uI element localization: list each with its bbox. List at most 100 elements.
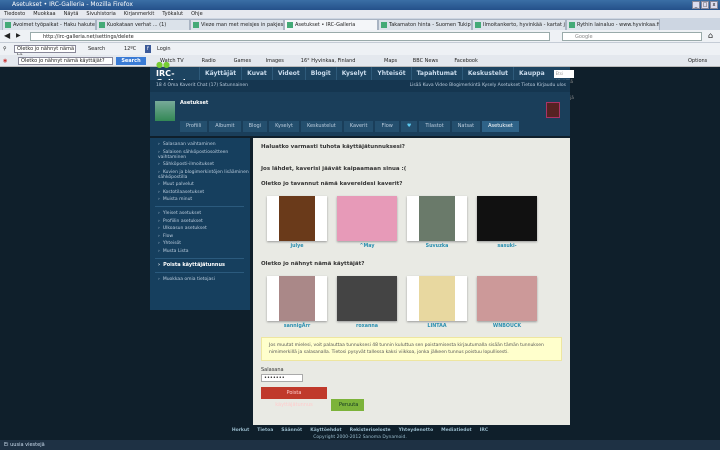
menu-item[interactable]: Sivuhistoria: [86, 10, 115, 18]
close-button[interactable]: x: [710, 1, 718, 9]
footer-link[interactable]: Mediatiedot: [441, 428, 472, 433]
user-card[interactable]: ^May: [337, 196, 397, 249]
user-photo[interactable]: [407, 276, 467, 321]
user-card[interactable]: sannigÄrr: [267, 276, 327, 329]
menu-item[interactable]: Työkalut: [162, 10, 183, 18]
footer-link[interactable]: Säännöt: [281, 428, 302, 433]
user-card[interactable]: WNBOUCK: [477, 276, 537, 329]
menu-item[interactable]: Tiedosto: [4, 10, 25, 18]
facebook-icon[interactable]: f: [145, 45, 151, 53]
toolbar-item[interactable]: BBC News: [413, 55, 438, 67]
forward-icon[interactable]: ▶: [16, 32, 21, 39]
url-bar[interactable]: http://irc-galleria.net/settings/delete: [30, 32, 550, 41]
toolbar-search-input[interactable]: Oletko jo nähnyt nämä kä: [14, 45, 76, 59]
user-card[interactable]: Suvuzka: [407, 196, 467, 249]
user-card[interactable]: roxanna: [337, 276, 397, 329]
user-name[interactable]: WNBOUCK: [477, 324, 537, 329]
user-card[interactable]: julye: [267, 196, 327, 249]
nav-item[interactable]: Käyttäjät: [198, 67, 241, 80]
sidebar-link[interactable]: Salaisen sähköpostiosoitteen vaihtaminen: [158, 150, 250, 160]
sidebar-link[interactable]: Muista minut: [158, 197, 250, 202]
sidebar-link[interactable]: Musta Lista: [158, 249, 250, 254]
footer-link[interactable]: Käyttöehdot: [310, 428, 341, 433]
toolbar-item[interactable]: 16° Hyvinkaa, Finland: [301, 55, 356, 67]
nav-item[interactable]: Tapahtumat: [410, 67, 462, 80]
browser-tab[interactable]: Rythin lainaluo - www.hyvinkaa.fi: [566, 19, 660, 30]
user-photo[interactable]: [337, 196, 397, 241]
user-photo[interactable]: [477, 276, 537, 321]
toolbar2-search-input[interactable]: Oletko jo nähnyt nämä käyttäjät?: [18, 57, 113, 65]
sidebar-link[interactable]: Sähköposti-ilmoitukset: [158, 162, 250, 167]
toolbar2-search-button[interactable]: Search: [116, 57, 146, 65]
user-photo[interactable]: [477, 196, 537, 241]
heart-tab-icon[interactable]: ♥: [400, 121, 418, 132]
sidebar-link[interactable]: Salasanan vaihtaminen: [158, 142, 250, 147]
addon-icon[interactable]: ◉: [3, 55, 7, 67]
delete-account-button[interactable]: Poista käyttäjätunnus: [261, 387, 327, 408]
user-name[interactable]: sasuki-: [477, 244, 537, 249]
options-button[interactable]: Options: [688, 55, 707, 67]
sidebar-link-active[interactable]: Poista käyttäjätunnus: [158, 262, 250, 268]
toolbar-item[interactable]: Images: [266, 55, 284, 67]
menu-item[interactable]: Kirjanmerkit: [124, 10, 155, 18]
nav-item[interactable]: Videot: [271, 67, 305, 80]
profile-tab[interactable]: Albumit: [209, 121, 241, 132]
toolbar-search-button[interactable]: Search: [88, 43, 105, 55]
sidebar-link[interactable]: Muut palvelut: [158, 182, 250, 187]
profile-tab[interactable]: Profiili: [180, 121, 208, 132]
sidebar-link[interactable]: Yleiset asetukset: [158, 211, 250, 216]
user-thumbnail[interactable]: [546, 102, 560, 118]
user-name[interactable]: julye: [267, 244, 327, 249]
nav-item[interactable]: Kauppa: [513, 67, 550, 80]
nav-item[interactable]: Keskustelut: [461, 67, 513, 80]
nav-item[interactable]: Blogit: [304, 67, 336, 80]
menu-item[interactable]: Näytä: [64, 10, 79, 18]
user-card[interactable]: LINTAA: [407, 276, 467, 329]
sidebar-link[interactable]: Muokkaa omia tietojasi: [158, 277, 250, 282]
profile-tab[interactable]: Keskustelut: [300, 121, 342, 132]
user-bar-right[interactable]: Lisää Kuva Video Blogimerkintä Kysely As…: [410, 80, 566, 92]
toolbar-item[interactable]: Facebook: [454, 55, 478, 67]
footer-link[interactable]: Horkut: [232, 428, 249, 433]
login-link[interactable]: Login: [157, 43, 171, 55]
menu-item[interactable]: Muokkaa: [33, 10, 55, 18]
menu-item[interactable]: Ohje: [191, 10, 203, 18]
user-photo[interactable]: [267, 196, 327, 241]
sidebar-link[interactable]: Profiilin asetukset: [158, 219, 250, 224]
weather[interactable]: 12ºC: [124, 43, 136, 55]
profile-tab[interactable]: Natsat: [451, 121, 481, 132]
site-search-input[interactable]: Etsi käyttäjiä ja yhteisöjä: [553, 69, 574, 100]
browser-tab[interactable]: Vieze man met meisjes in pakjes | Pla...: [190, 19, 284, 30]
sidebar-link[interactable]: Kuvien ja blogimerkintöjen lisääminen sä…: [158, 170, 250, 180]
back-icon[interactable]: ◀: [4, 31, 10, 40]
profile-tab[interactable]: Flow: [375, 121, 399, 132]
sidebar-link[interactable]: Yhteisöt: [158, 241, 250, 246]
cancel-button[interactable]: Peruuta: [331, 399, 364, 411]
user-photo[interactable]: [337, 276, 397, 321]
password-input[interactable]: •••••••: [261, 374, 303, 382]
profile-tab[interactable]: Kyselyt: [269, 121, 299, 132]
nav-item[interactable]: Kuvat: [241, 67, 272, 80]
sidebar-link[interactable]: Ulkoasun asetukset: [158, 226, 250, 231]
footer-link[interactable]: Yhteydenotto: [399, 428, 434, 433]
user-name[interactable]: Suvuzka: [407, 244, 467, 249]
profile-tab[interactable]: Asetukset: [482, 121, 519, 132]
home-icon[interactable]: ⌂: [708, 31, 713, 40]
browser-tab[interactable]: Kuokataan verhat ... (1): [96, 19, 190, 30]
user-photo[interactable]: [407, 196, 467, 241]
user-name[interactable]: sannigÄrr: [267, 324, 327, 329]
browser-tab[interactable]: Ilmoitankerto, hyvinkää - kartat ja rei.…: [472, 19, 566, 30]
user-bar-left[interactable]: 18 4 Oma Kaverit Chat (17) Satunnainen: [156, 80, 248, 92]
user-photo[interactable]: [267, 276, 327, 321]
user-card[interactable]: sasuki-: [477, 196, 537, 249]
footer-link[interactable]: Rekisteriseloste: [350, 428, 391, 433]
sidebar-link[interactable]: Flow: [158, 234, 250, 239]
maximize-button[interactable]: □: [701, 1, 709, 9]
user-name[interactable]: roxanna: [337, 324, 397, 329]
nav-item[interactable]: Yhteisöt: [371, 67, 410, 80]
profile-tab[interactable]: Kaverit: [343, 121, 374, 132]
browser-tab[interactable]: Asetukset • IRC-Galleria: [284, 19, 378, 30]
browser-tab[interactable]: Takamaton hinta - Suomen Tukipiste: [378, 19, 472, 30]
footer-link[interactable]: Tietoa: [257, 428, 273, 433]
toolbar-item[interactable]: Maps: [384, 55, 397, 67]
